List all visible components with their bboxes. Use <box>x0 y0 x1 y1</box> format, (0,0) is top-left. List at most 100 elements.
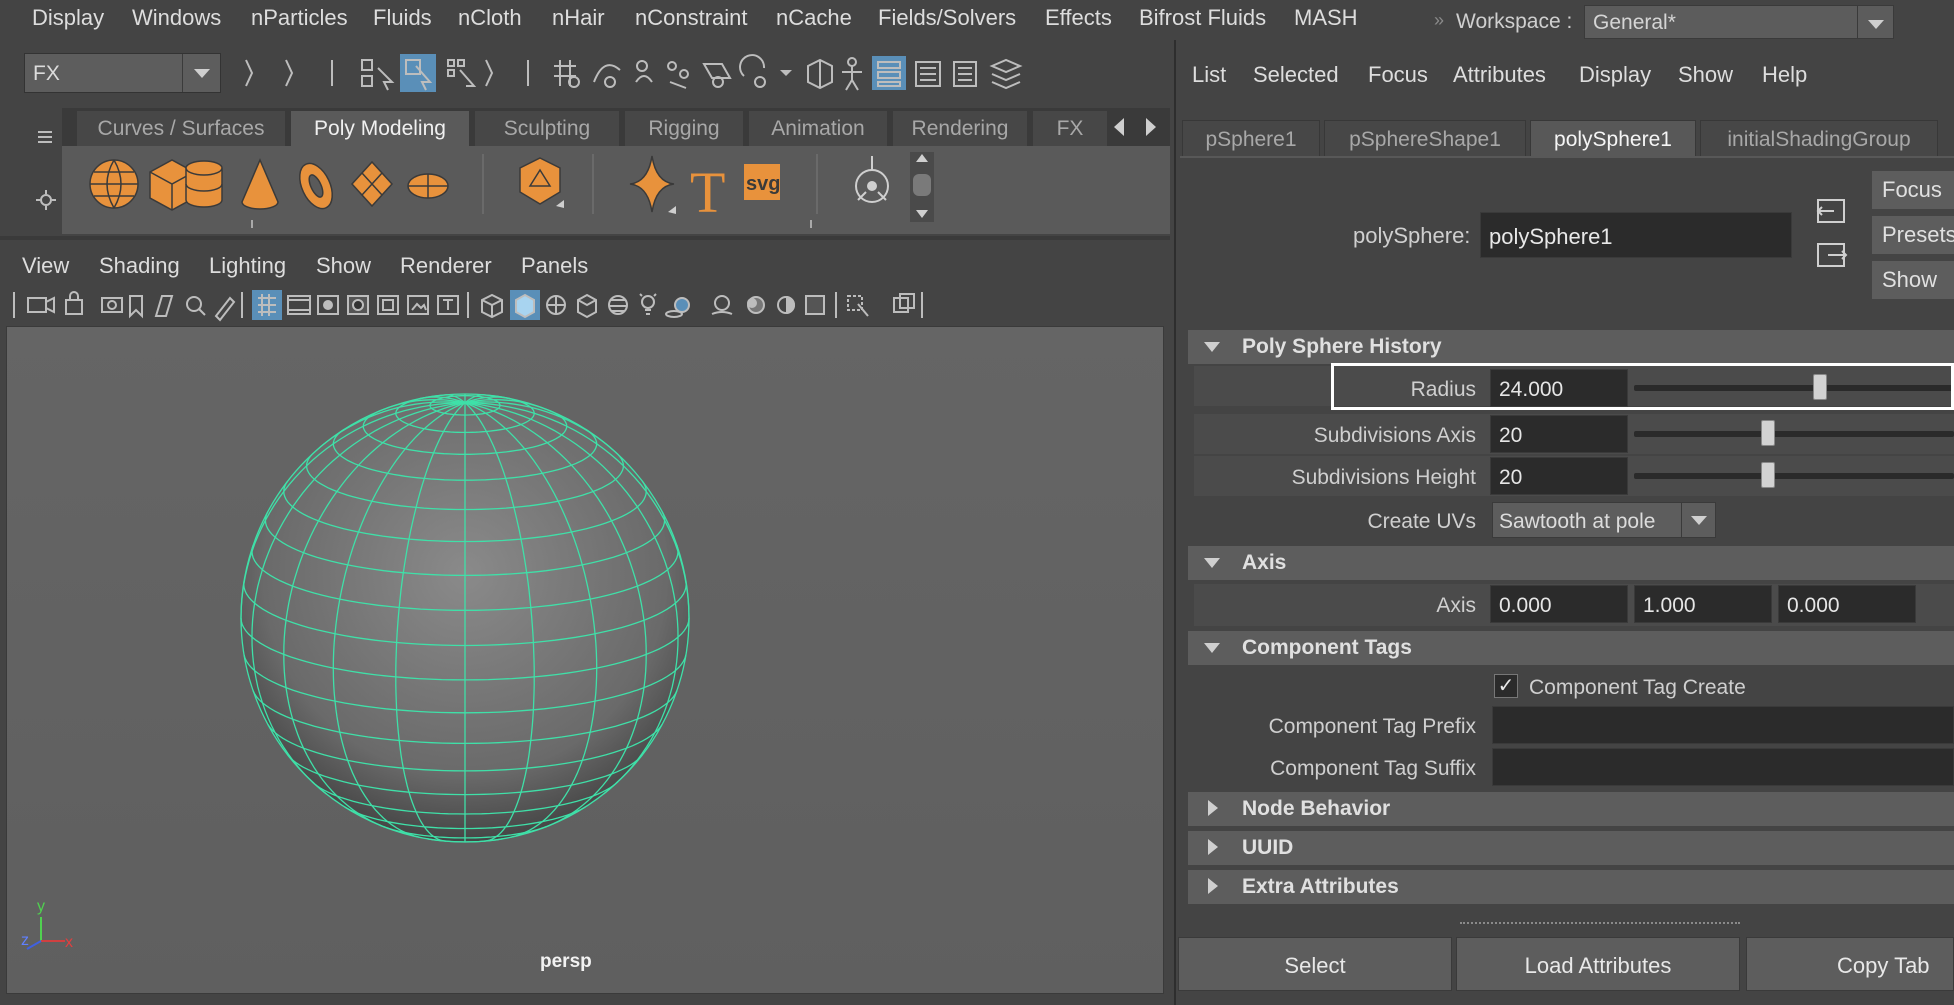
poly-cylinder-icon[interactable] <box>185 160 223 208</box>
panel-menu-panels[interactable]: Panels <box>521 253 588 279</box>
shelf-tab-fx[interactable]: FX <box>1032 110 1108 146</box>
ae-menu-list[interactable]: List <box>1192 62 1226 88</box>
shelf-menu-icon[interactable] <box>38 131 52 143</box>
layer-editor-icon[interactable] <box>989 58 1023 90</box>
shelf-tab-rigging[interactable]: Rigging <box>624 110 744 146</box>
camera-lock-icon[interactable] <box>65 291 83 315</box>
ae-menu-selected[interactable]: Selected <box>1253 62 1339 88</box>
panel-menu-renderer[interactable]: Renderer <box>400 253 492 279</box>
textured-icon[interactable] <box>608 295 628 315</box>
shelf-tab-animation[interactable]: Animation <box>748 110 888 146</box>
menu-windows[interactable]: Windows <box>132 5 221 31</box>
component-tag-create-checkbox[interactable]: ✓ <box>1494 674 1518 698</box>
xray-icon[interactable] <box>893 293 915 313</box>
ae-tab-polysphere1[interactable]: polySphere1 <box>1530 120 1696 156</box>
select-component-icon[interactable] <box>447 59 477 87</box>
chevron-down-icon[interactable] <box>182 54 220 92</box>
collapse-arrow-icon[interactable] <box>285 59 294 87</box>
platonic-solid-icon[interactable] <box>519 157 564 208</box>
wireframe-icon[interactable] <box>481 293 503 319</box>
panel-menu-show[interactable]: Show <box>316 253 371 279</box>
show-button[interactable]: Show <box>1872 261 1954 299</box>
subdivisions-height-field[interactable]: 20 <box>1490 457 1628 495</box>
ae-tab-psphereshape1[interactable]: pSphereShape1 <box>1324 120 1526 156</box>
sphere-mesh[interactable] <box>7 327 1165 995</box>
subdivisions-height-slider-handle[interactable] <box>1761 462 1776 488</box>
node-name-field[interactable]: polySphere1 <box>1480 212 1792 258</box>
poly-sphere-icon[interactable] <box>89 159 139 209</box>
menu-fields-solvers[interactable]: Fields/Solvers <box>878 5 1016 31</box>
resize-handle[interactable] <box>1460 922 1740 924</box>
shelf-tab-rendering[interactable]: Rendering <box>892 110 1028 146</box>
subdivisions-axis-field[interactable]: 20 <box>1490 415 1628 453</box>
two-d-pan-zoom-icon[interactable] <box>186 296 206 316</box>
screen-space-ao-icon[interactable] <box>711 295 733 315</box>
ae-menu-help[interactable]: Help <box>1762 62 1807 88</box>
menu-fluids[interactable]: Fluids <box>373 5 432 31</box>
copy-tab-button[interactable]: Copy Tab <box>1746 937 1954 991</box>
gear-icon[interactable] <box>40 194 52 206</box>
ae-menu-focus[interactable]: Focus <box>1368 62 1428 88</box>
shelf-tab-sculpting[interactable]: Sculpting <box>474 110 620 146</box>
section-component-tags[interactable]: Component Tags <box>1188 631 1954 665</box>
poly-cone-icon[interactable] <box>241 158 279 210</box>
pivot-tool-icon[interactable] <box>855 156 889 203</box>
menu-effects[interactable]: Effects <box>1045 5 1112 31</box>
snap-view-plane-icon[interactable] <box>702 63 732 88</box>
snap-live-icon[interactable] <box>739 54 766 88</box>
ae-menu-display[interactable]: Display <box>1579 62 1651 88</box>
svg-tool-icon[interactable]: svg <box>744 164 780 200</box>
section-node-behavior[interactable]: Node Behavior <box>1188 792 1954 826</box>
subdivisions-axis-slider-handle[interactable] <box>1761 420 1776 446</box>
image-plane-icon[interactable] <box>154 295 174 317</box>
axis-y-field[interactable]: 1.000 <box>1634 585 1772 623</box>
menu-ncloth[interactable]: nCloth <box>458 5 522 31</box>
section-extra-attributes[interactable]: Extra Attributes <box>1188 870 1954 904</box>
menu-mash[interactable]: MASH <box>1294 5 1358 31</box>
grease-pencil-icon[interactable] <box>214 296 236 322</box>
isolate-select-icon[interactable] <box>847 295 869 317</box>
type-tool-icon[interactable]: T <box>690 160 725 225</box>
snap-point-icon[interactable] <box>635 60 653 83</box>
section-uuid[interactable]: UUID <box>1188 831 1954 865</box>
camera-select-icon[interactable] <box>27 296 55 314</box>
anti-aliasing-icon[interactable] <box>777 296 795 314</box>
axis-z-field[interactable]: 0.000 <box>1778 585 1916 623</box>
viewport-persp[interactable]: y z x <box>6 326 1164 994</box>
attribute-editor-icon[interactable] <box>915 61 941 87</box>
chevron-down-icon[interactable] <box>1857 6 1893 38</box>
chevron-down-icon[interactable] <box>1681 503 1715 537</box>
bookmark-icon[interactable] <box>129 295 143 319</box>
select-hierarchy-icon[interactable] <box>361 59 395 91</box>
create-uvs-select[interactable]: Sawtooth at pole <box>1492 502 1716 538</box>
motion-blur-icon[interactable] <box>747 296 765 314</box>
menu-nhair[interactable]: nHair <box>552 5 605 31</box>
select-button[interactable]: Select <box>1178 937 1452 991</box>
camera-attributes-icon[interactable] <box>101 297 123 313</box>
menu-bifrost-fluids[interactable]: Bifrost Fluids <box>1139 5 1266 31</box>
shelf-scroll-thumb[interactable] <box>913 174 931 196</box>
tool-settings-icon[interactable] <box>953 61 977 87</box>
shelf-scrollbar[interactable] <box>910 152 934 222</box>
chevron-down-icon[interactable] <box>780 70 792 76</box>
safe-title-icon[interactable] <box>437 295 459 315</box>
poly-plane-icon[interactable] <box>350 160 394 208</box>
default-material-icon[interactable] <box>546 295 566 315</box>
menu-nparticles[interactable]: nParticles <box>251 5 348 31</box>
wireframe-on-shaded-icon[interactable] <box>577 293 597 319</box>
panel-menu-view[interactable]: View <box>22 253 69 279</box>
menu-display[interactable]: Display <box>32 5 104 31</box>
use-all-lights-icon[interactable] <box>639 293 657 315</box>
panel-menu-lighting[interactable]: Lighting <box>209 253 286 279</box>
subdivisions-axis-slider-track[interactable] <box>1634 431 1954 437</box>
film-gate-icon[interactable] <box>287 295 311 315</box>
gate-mask-icon[interactable] <box>347 295 369 315</box>
snap-curve-icon[interactable] <box>593 64 621 88</box>
go-to-input-icon[interactable] <box>1816 199 1845 223</box>
workspace-select[interactable]: General* <box>1584 5 1894 39</box>
snap-projected-icon[interactable] <box>667 61 689 89</box>
component-tag-prefix-field[interactable] <box>1492 706 1954 744</box>
resolution-gate-icon[interactable] <box>317 295 339 315</box>
ae-tab-initialshadinggroup[interactable]: initialShadingGroup <box>1700 120 1938 156</box>
field-chart-icon[interactable] <box>377 295 399 315</box>
